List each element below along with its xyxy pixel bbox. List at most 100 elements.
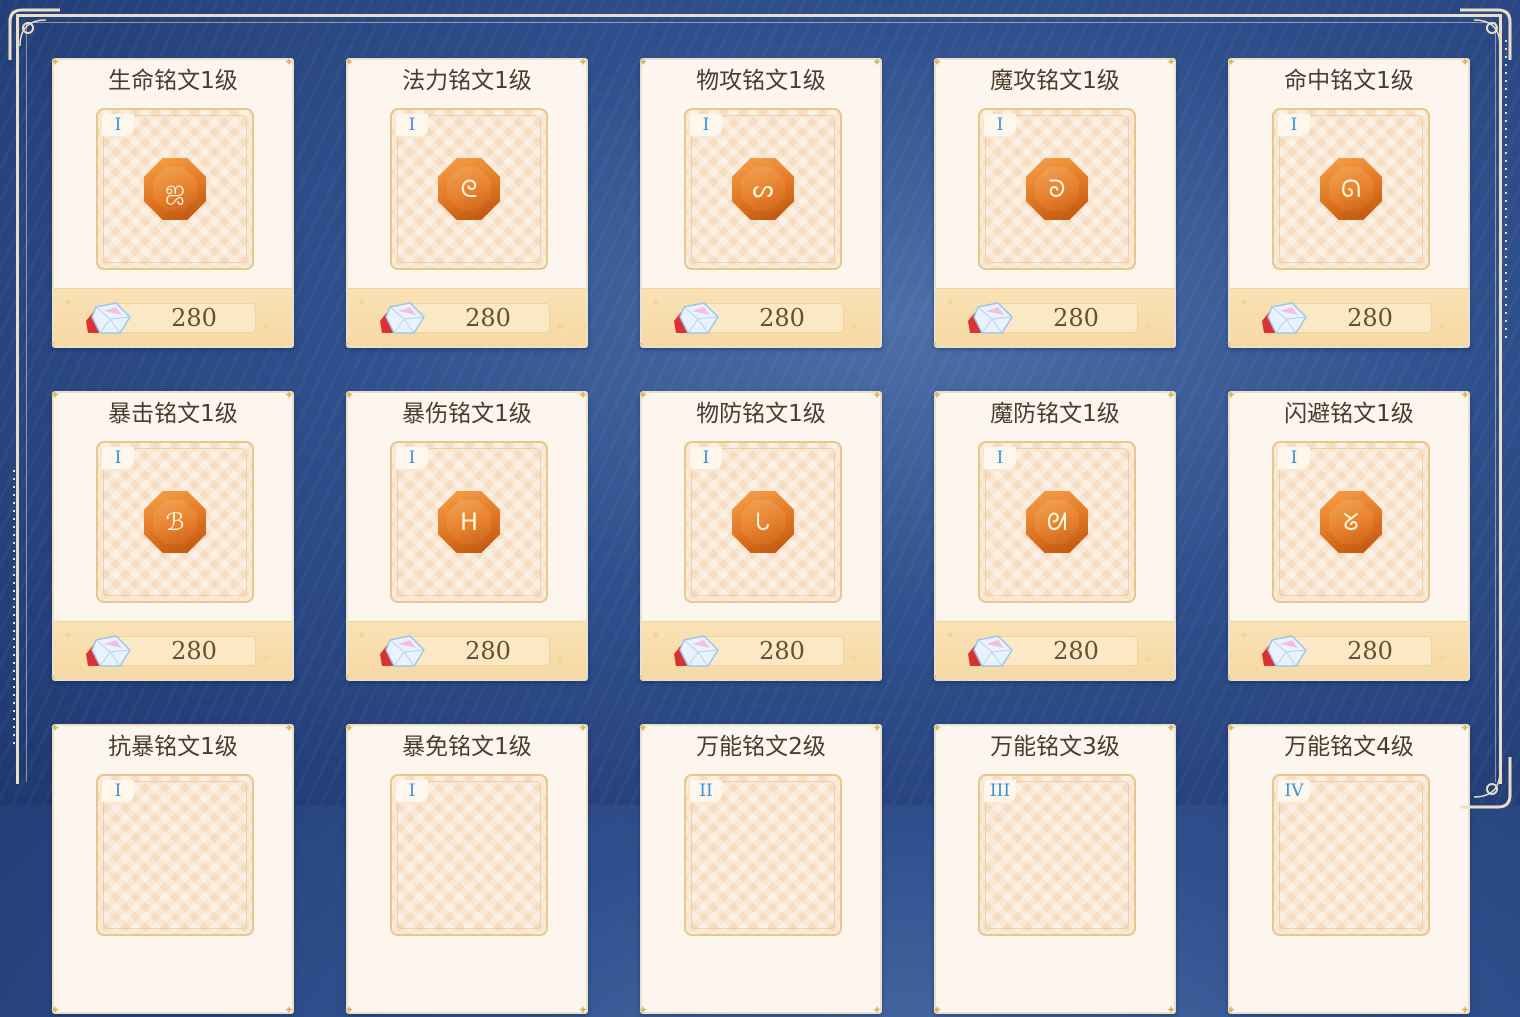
rune-gem-accuracy-icon: ᘏ [1320, 158, 1382, 220]
rune-name: 万能铭文4级 [1284, 734, 1414, 760]
tier-badge: II [690, 780, 722, 802]
price-footer: ✦ ✦ 280 [936, 621, 1174, 679]
rune-name: 暴伤铭文1级 [402, 401, 532, 427]
tier-badge: I [396, 447, 428, 469]
rune-icon-panel: Iᘜ [1272, 441, 1430, 603]
crystal-gem-icon [674, 635, 719, 667]
rune-icon-panel: Iᕼ [390, 441, 548, 603]
tier-badge: I [1278, 447, 1310, 469]
rune-glyph: ᕼ [459, 508, 479, 536]
price-footer: ✦ ✦ 280 [348, 621, 586, 679]
rune-card[interactable]: ✦✦✦✦暴击铭文1级Iℬ✦✦280 [50, 389, 294, 683]
tier-badge: I [984, 114, 1016, 136]
rune-icon-panel: IV [1272, 774, 1430, 936]
price-value: 280 [759, 304, 805, 332]
tier-badge: I [102, 780, 134, 802]
sparkle-icon: ✦ [944, 628, 956, 644]
sparkle-icon: ✦ [356, 628, 368, 644]
rune-gem-life-icon: ஜ [144, 158, 206, 220]
rune-name: 魔防铭文1级 [990, 401, 1120, 427]
rune-name: 魔攻铭文1级 [990, 68, 1120, 94]
rune-card[interactable]: ✦✦✦✦生命铭文1级Iஜ✦✦280 [50, 56, 294, 350]
sparkle-icon: ✦ [650, 295, 662, 311]
card-corner-star-icon: ✦ [1460, 1003, 1471, 1017]
rune-icon-panel: I [96, 774, 254, 936]
card-corner-star-icon: ✦ [284, 1003, 295, 1017]
rune-card[interactable]: ✦ ✦ ✦ ✦ 万能铭文3级 III [932, 722, 1177, 1017]
price-footer: ✦ ✦ 280 [936, 288, 1174, 346]
rune-name: 暴免铭文1级 [402, 734, 532, 760]
sparkle-icon: ✦ [650, 628, 662, 644]
price-value: 280 [1347, 304, 1393, 332]
sparkle-icon: ✦ [260, 319, 272, 335]
card-corner-star-icon: ✦ [872, 1003, 883, 1017]
rune-name: 暴击铭文1级 [108, 401, 238, 427]
rune-glyph: ᘛ [1046, 508, 1068, 536]
rune-gem-physical-defense-icon: ᘂ [732, 491, 794, 553]
price-footer: ✦ ✦ 280 [642, 288, 880, 346]
rune-icon-panel: Iℬ [96, 441, 254, 603]
price-footer: ✦ ✦ 280 [642, 621, 880, 679]
rune-card[interactable]: ✦ ✦ ✦ ✦ 抗暴铭文1级 I [50, 722, 295, 1017]
rune-glyph: ᘂ [755, 508, 771, 536]
rune-name: 抗暴铭文1级 [108, 734, 238, 760]
rune-gem-crit-icon: ℬ [144, 491, 206, 553]
rune-card[interactable]: ✦✦✦✦命中铭文1级Iᘏ✦✦280 [1226, 56, 1470, 350]
price-footer: ✦ ✦ 280 [54, 621, 292, 679]
price-value: 280 [1347, 637, 1393, 665]
price-value: 280 [759, 637, 805, 665]
rune-card[interactable]: ✦✦✦✦闪避铭文1级Iᘜ✦✦280 [1226, 389, 1470, 683]
sparkle-icon: ✦ [554, 319, 566, 335]
rune-card[interactable]: ✦ ✦ ✦ ✦ 万能铭文2级 II [638, 722, 883, 1017]
rune-gem-crit-damage-icon: ᕼ [438, 491, 500, 553]
tier-badge: I [690, 447, 722, 469]
rune-name: 物防铭文1级 [696, 401, 826, 427]
rune-name: 物攻铭文1级 [696, 68, 826, 94]
rune-gem-evasion-icon: ᘜ [1320, 491, 1382, 553]
crystal-gem-icon [380, 635, 425, 667]
card-corner-star-icon: ✦ [578, 1003, 589, 1017]
rune-gem-physical-attack-icon: ᔕ [732, 158, 794, 220]
tier-badge: III [984, 780, 1016, 802]
rune-card[interactable]: ✦✦✦✦法力铭文1级Iᘓ✦✦280 [344, 56, 588, 350]
rune-card[interactable]: ✦✦✦✦魔防铭文1级Iᘛ✦✦280 [932, 389, 1176, 683]
rune-glyph: ஜ [164, 175, 185, 203]
rune-icon-panel: Iᘐ [978, 108, 1136, 270]
tier-badge: I [396, 780, 428, 802]
rune-icon-panel: Iᘛ [978, 441, 1136, 603]
card-corner-star-icon: ✦ [932, 1003, 943, 1017]
rune-card[interactable]: ✦ ✦ ✦ ✦ 暴免铭文1级 I [344, 722, 589, 1017]
rune-icon-panel: Iᔕ [684, 108, 842, 270]
rune-glyph: ᘓ [460, 175, 478, 203]
crystal-gem-icon [380, 302, 425, 334]
rune-card[interactable]: ✦✦✦✦物防铭文1级Iᘂ✦✦280 [638, 389, 882, 683]
rune-card[interactable]: ✦✦✦✦魔攻铭文1级Iᘐ✦✦280 [932, 56, 1176, 350]
crystal-gem-icon [1262, 635, 1307, 667]
card-corner-star-icon: ✦ [1166, 1003, 1177, 1017]
tier-badge: I [984, 447, 1016, 469]
rune-gem-magic-attack-icon: ᘐ [1026, 158, 1088, 220]
sparkle-icon: ✦ [554, 652, 566, 668]
rune-icon-panel: II [684, 774, 842, 936]
price-value: 280 [171, 637, 217, 665]
card-corner-star-icon: ✦ [50, 1003, 61, 1017]
price-footer: ✦ ✦ 280 [1230, 288, 1468, 346]
rune-card[interactable]: ✦ ✦ ✦ ✦ 万能铭文4级 IV [1226, 722, 1471, 1017]
crystal-gem-icon [968, 302, 1013, 334]
price-footer: ✦ ✦ 280 [54, 288, 292, 346]
card-corner-star-icon: ✦ [1226, 1003, 1237, 1017]
sparkle-icon: ✦ [1238, 628, 1250, 644]
tier-badge: I [690, 114, 722, 136]
sparkle-icon: ✦ [1142, 652, 1154, 668]
rune-card[interactable]: ✦✦✦✦物攻铭文1级Iᔕ✦✦280 [638, 56, 882, 350]
tier-badge: IV [1278, 780, 1310, 802]
price-value: 280 [465, 637, 511, 665]
rune-glyph: ᘏ [1341, 175, 1361, 203]
rune-gem-magic-defense-icon: ᘛ [1026, 491, 1088, 553]
price-value: 280 [465, 304, 511, 332]
card-corner-star-icon: ✦ [638, 1003, 649, 1017]
tier-badge: I [1278, 114, 1310, 136]
rune-card[interactable]: ✦✦✦✦暴伤铭文1级Iᕼ✦✦280 [344, 389, 588, 683]
price-value: 280 [171, 304, 217, 332]
rune-icon-panel: III [978, 774, 1136, 936]
